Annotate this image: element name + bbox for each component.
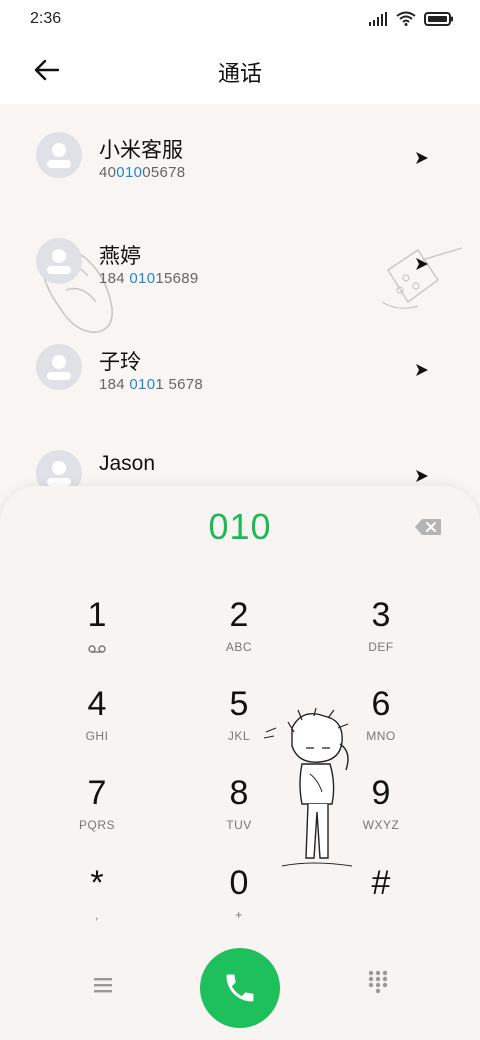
contact-number: 4001005678 — [99, 164, 185, 181]
character-illustration — [263, 708, 353, 867]
call-button[interactable] — [200, 948, 280, 1028]
phone-icon — [226, 974, 254, 1002]
status-icons — [368, 11, 454, 26]
number-part: 184 — [99, 270, 130, 287]
play-arrow-icon[interactable] — [414, 256, 430, 272]
contact-number: 184 0101 5678 — [99, 376, 203, 393]
key-letters: , — [95, 908, 99, 922]
voicemail-icon — [88, 645, 106, 653]
status-time: 2:36 — [30, 10, 62, 27]
battery-icon — [424, 11, 453, 26]
keypad-icon[interactable] — [366, 968, 390, 996]
avatar — [36, 344, 82, 390]
number-part: 40 — [99, 164, 117, 181]
contact-name: 燕婷 — [99, 245, 141, 268]
key-digit: 4 — [87, 685, 107, 723]
avatar-icon — [47, 249, 71, 274]
number-part: 15689 — [155, 270, 199, 287]
signal-icon — [369, 11, 387, 26]
menu-icon[interactable] — [90, 972, 116, 998]
header: 通话 — [0, 40, 480, 104]
wifi-icon — [396, 11, 416, 26]
key-1[interactable]: 1 — [37, 596, 157, 676]
contact-row[interactable]: 小米客服 4001005678 — [0, 124, 480, 230]
key-letters: GHI — [85, 729, 109, 743]
dialer-bottom-bar — [0, 948, 480, 1028]
contact-row[interactable]: 燕婷 184 01015689 — [0, 230, 480, 336]
play-arrow-icon[interactable] — [414, 362, 430, 378]
key-letters: PQRS — [78, 818, 115, 832]
key-letters: DEF — [368, 640, 394, 654]
key-3[interactable]: 3 DEF — [321, 596, 441, 676]
dial-input[interactable]: 010 — [0, 506, 480, 548]
contact-number: 184 01015689 — [99, 270, 199, 287]
key-digit: * — [90, 864, 104, 902]
avatar-icon — [47, 143, 71, 168]
contact-name: Jason — [99, 452, 156, 475]
avatar-icon — [47, 355, 71, 380]
key-letters: ABC — [225, 640, 253, 654]
key-2[interactable]: 2 ABC — [179, 596, 299, 676]
play-arrow-icon[interactable] — [414, 468, 430, 484]
number-match: 010 — [129, 270, 156, 287]
play-arrow-icon[interactable] — [414, 150, 430, 166]
number-part: 184 — [99, 376, 130, 393]
page-title: 通话 — [217, 61, 262, 86]
backspace-icon[interactable] — [414, 518, 442, 536]
key-digit: 3 — [371, 596, 391, 634]
key-letters: + — [235, 908, 243, 922]
status-bar: 2:36 — [0, 0, 480, 40]
key-digit: 2 — [229, 596, 249, 634]
dialer-panel: 010 1 2 ABC 3 DEF 4 GHI 5 JKL 6 MNO 7 PQ… — [0, 486, 480, 1040]
contact-name: 子玲 — [99, 351, 141, 374]
number-match: 010 — [116, 164, 143, 181]
key-digit: 1 — [87, 596, 107, 634]
key-star[interactable]: * , — [37, 864, 157, 944]
avatar — [36, 238, 82, 284]
contact-name: 小米客服 — [99, 139, 183, 162]
number-part: 05678 — [142, 164, 186, 181]
avatar — [36, 132, 82, 178]
contact-list: 小米客服 4001005678 燕婷 184 01015689 子玲 184 0… — [0, 104, 480, 504]
key-4[interactable]: 4 GHI — [37, 685, 157, 765]
key-digit: 7 — [87, 774, 107, 812]
key-7[interactable]: 7 PQRS — [37, 774, 157, 854]
number-part: 1 5678 — [155, 376, 204, 393]
number-match: 010 — [129, 376, 156, 393]
contact-row[interactable]: 子玲 184 0101 5678 — [0, 336, 480, 442]
